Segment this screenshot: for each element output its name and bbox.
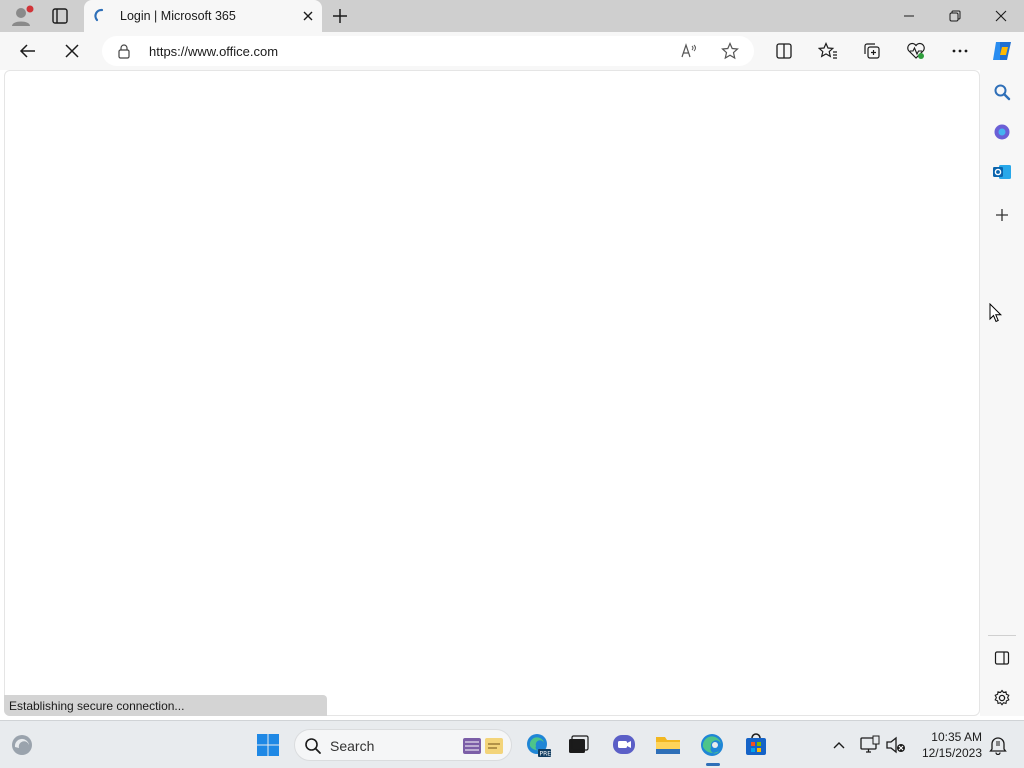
status-text: Establishing secure connection... [9,699,185,713]
windows-taskbar: Search PRE 10:35 AM 12/15/2023 [0,720,1024,768]
collections-icon[interactable] [860,39,884,63]
sidebar-divider [988,635,1016,636]
system-clock[interactable]: 10:35 AM 12/15/2023 [916,729,982,761]
back-icon[interactable] [16,39,40,63]
favorites-icon[interactable] [816,39,840,63]
file-explorer-icon[interactable] [655,732,681,758]
search-highlight-icon [461,734,507,758]
tab-title: Login | Microsoft 365 [120,9,236,23]
page-content[interactable] [4,70,980,716]
show-hidden-icons-chevron-icon[interactable] [826,732,852,758]
tab-login-microsoft-365[interactable]: Login | Microsoft 365 [84,0,322,33]
lock-icon[interactable] [116,43,132,59]
edge-browser-icon[interactable] [699,732,725,758]
tab-strip: Login | Microsoft 365 [0,0,1024,33]
search-icon[interactable] [991,81,1013,103]
mouse-cursor-icon [989,302,1003,323]
browser-essentials-icon[interactable] [904,39,928,63]
add-icon[interactable] [991,204,1013,226]
svg-text:PRE: PRE [540,751,552,758]
close-window-button[interactable] [978,0,1024,32]
copilot-icon[interactable] [990,39,1014,63]
clock-time: 10:35 AM [931,730,982,744]
microsoft-store-icon[interactable] [743,732,769,758]
profile-icon[interactable] [10,5,34,27]
edge-beta-icon[interactable]: PRE [525,732,551,758]
address-bar[interactable]: https://www.office.com [102,36,754,66]
read-aloud-icon[interactable] [680,42,698,60]
notifications-bell-icon[interactable] [985,732,1011,758]
outlook-icon[interactable] [991,161,1013,183]
stop-loading-icon[interactable] [60,39,84,63]
widgets-icon[interactable] [9,732,35,758]
clock-date: 12/15/2023 [921,746,982,760]
search-placeholder: Search [330,738,375,754]
settings-icon[interactable] [991,687,1013,709]
close-tab-icon[interactable] [300,8,316,24]
task-view-icon[interactable] [565,732,591,758]
minimize-button[interactable] [886,0,932,32]
status-bar: Establishing secure connection... [4,695,327,716]
split-screen-icon[interactable] [772,39,796,63]
network-icon[interactable] [857,732,883,758]
start-button[interactable] [255,732,281,758]
more-options-icon[interactable] [948,39,972,63]
loading-spinner-icon [94,8,110,24]
restore-button[interactable] [932,0,978,32]
add-favorite-star-icon[interactable] [721,42,739,60]
volume-muted-icon[interactable] [883,732,909,758]
teams-chat-icon[interactable] [611,732,637,758]
edge-sidebar [980,70,1024,716]
search-icon [304,737,322,755]
browser-toolbar: https://www.office.com [0,32,1024,70]
url-text[interactable]: https://www.office.com [149,44,278,59]
new-tab-icon[interactable] [330,6,350,26]
copilot-icon[interactable] [991,121,1013,143]
active-app-indicator [706,763,720,766]
taskbar-search-box[interactable]: Search [294,729,512,761]
tab-actions-icon[interactable] [48,6,72,26]
sidebar-panel-icon[interactable] [991,647,1013,669]
